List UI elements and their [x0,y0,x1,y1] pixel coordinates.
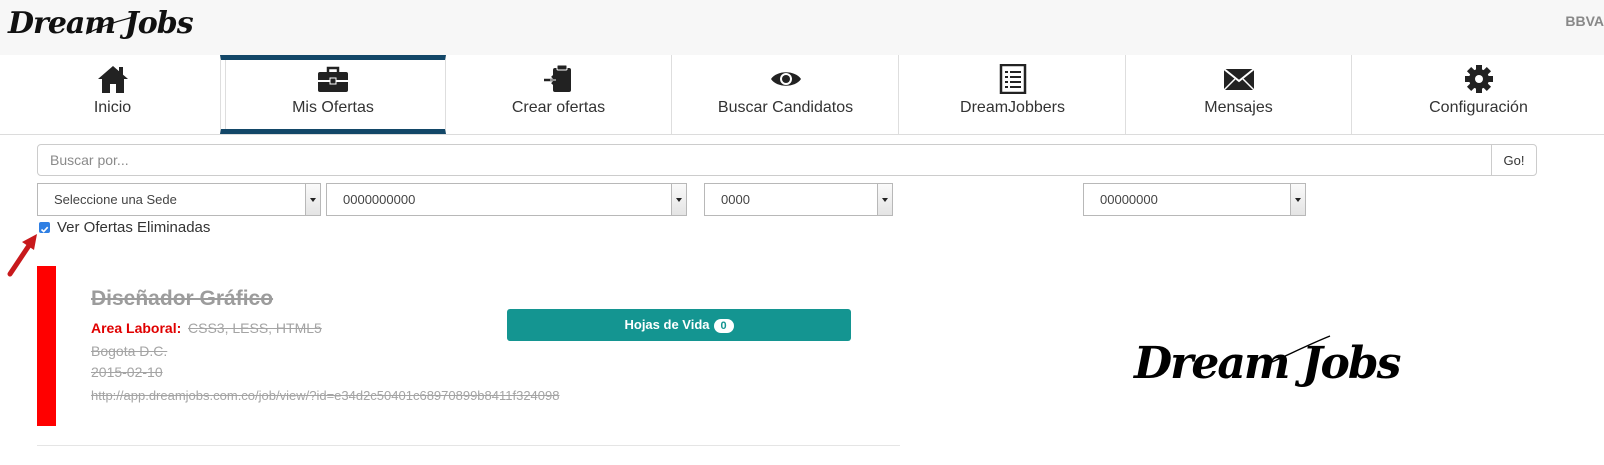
briefcase-icon [318,66,348,92]
clipboard-icon [543,64,571,92]
nav-item-mis-ofertas[interactable]: Mis Ofertas [220,55,446,134]
sede-select[interactable]: Seleccione una Sede [37,183,321,216]
offer-area-value: CSS3, LESS, HTML5 [188,320,322,336]
deleted-offer-marker [37,266,56,426]
top-bar: Dream Jobs BBVA [0,0,1604,56]
filter-select-3-value: 0000 [721,192,750,207]
nav-label-configuracion: Configuración [1429,99,1528,116]
nav-label-mensajes: Mensajes [1204,99,1273,116]
search-input[interactable] [37,144,1492,176]
annotation-arrow-icon [7,234,37,277]
nav-item-buscar-candidatos[interactable]: Buscar Candidatos [673,55,899,134]
offer-url[interactable]: http://app.dreamjobs.com.co/job/view/?id… [91,388,559,403]
go-button[interactable]: Go! [1491,144,1537,176]
cv-count-badge: 0 [713,319,734,333]
nav-item-inicio[interactable]: Inicio [0,55,226,134]
hojas-de-vida-button[interactable]: Hojas de Vida 0 [507,309,851,341]
list-icon [999,64,1026,94]
main-nav: Inicio Mis Ofertas Crear ofertas Buscar … [0,55,1604,135]
nav-label-crear-ofertas: Crear ofertas [511,99,606,116]
filter-select-2-value: 0000000000 [343,192,416,207]
nav-item-mensajes[interactable]: Mensajes [1126,55,1352,134]
filter-select-4[interactable]: 00000000 [1083,183,1306,216]
filter-select-3[interactable]: 0000 [704,183,893,216]
gear-icon [1464,65,1493,93]
nav-label-inicio: Inicio [93,99,132,116]
nav-label-dreamjobbers: DreamJobbers [960,99,1065,116]
offer-city: Bogota D.C. [91,343,168,359]
company-logo-swash-icon [1271,335,1331,363]
filter-select-2[interactable]: 0000000000 [326,183,687,216]
chevron-down-icon [877,184,892,215]
nav-item-dreamjobbers[interactable]: DreamJobbers [900,55,1126,134]
offer-date: 2015-02-10 [91,364,163,380]
hojas-de-vida-label: Hojas de Vida [624,317,710,332]
home-icon [97,66,128,93]
nav-label-buscar-candidatos: Buscar Candidatos [717,99,854,116]
user-account-name[interactable]: BBVA [1565,13,1604,29]
check-icon [40,226,49,233]
filter-select-4-value: 00000000 [1100,192,1158,207]
chevron-down-icon [1290,184,1305,215]
offer-divider [37,445,900,446]
ver-ofertas-eliminadas-label[interactable]: Ver Ofertas Eliminadas [57,219,210,236]
eye-icon [770,72,801,86]
sede-select-value: Seleccione una Sede [54,192,177,207]
chevron-down-icon [671,184,686,215]
company-logo: Dream Jobs [1134,338,1401,389]
offer-area-label: Area Laboral: [91,320,182,336]
nav-item-crear-ofertas[interactable]: Crear ofertas [446,55,672,134]
brand-swash-icon [85,16,135,35]
ver-ofertas-eliminadas-checkbox[interactable] [39,222,50,233]
offer-title[interactable]: Diseñador Gráfico [91,287,273,311]
envelope-icon [1222,68,1255,91]
nav-label-mis-ofertas: Mis Ofertas [292,99,374,116]
chevron-down-icon [305,184,320,215]
nav-item-configuracion[interactable]: Configuración [1353,55,1604,134]
